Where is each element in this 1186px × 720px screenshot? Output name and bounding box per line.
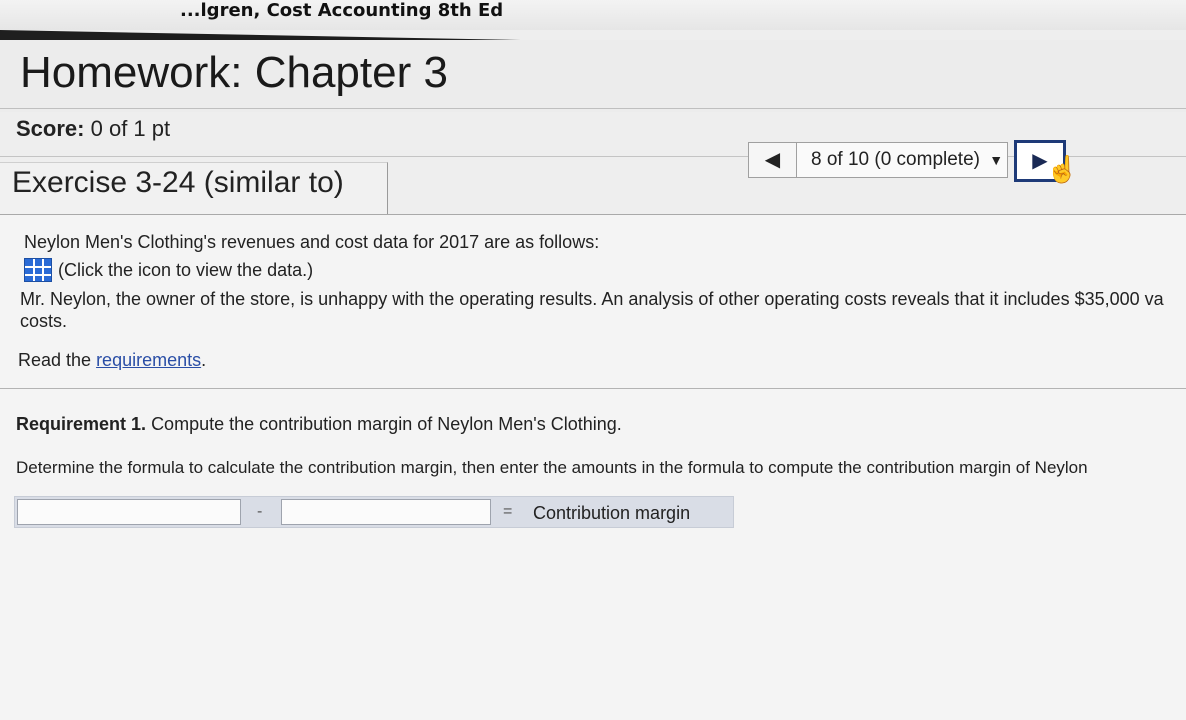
view-data-link[interactable]: (Click the icon to view the data.)	[24, 258, 313, 282]
question-navigator: ◀ 8 of 10 (0 complete) ▼ ▶ ☝	[748, 140, 1078, 184]
formula-input-1[interactable]	[17, 499, 241, 525]
exercise-title: Exercise 3-24 (similar to)	[12, 166, 344, 199]
previous-question-button[interactable]: ◀	[748, 142, 796, 178]
contribution-margin-formula: - = Contribution margin	[14, 496, 734, 528]
hand-cursor-icon: ☝	[1046, 154, 1079, 184]
formula-input-2[interactable]	[281, 499, 491, 525]
divider	[0, 214, 1186, 215]
question-status-text: 8 of 10 (0 complete)	[811, 149, 980, 170]
homework-title: Homework: Chapter 3	[20, 48, 448, 97]
view-data-text: (Click the icon to view the data.)	[58, 259, 314, 280]
divider	[0, 388, 1186, 389]
read-prefix: Read the	[18, 350, 97, 370]
score-value: 0 of 1 pt	[90, 116, 171, 141]
question-select-dropdown[interactable]: 8 of 10 (0 complete) ▼	[796, 142, 1008, 178]
read-suffix: .	[201, 350, 207, 370]
score-label: Score:	[16, 116, 85, 141]
minus-operator: -	[257, 503, 263, 520]
data-table-icon[interactable]	[24, 258, 52, 282]
formula-instruction: Determine the formula to calculate the c…	[16, 458, 1088, 477]
analysis-line: Mr. Neylon, the owner of the store, is u…	[20, 289, 1164, 309]
requirement-1: Requirement 1. Compute the contribution …	[16, 414, 622, 435]
divider	[0, 108, 1186, 109]
read-requirements: Read the requirements.	[18, 350, 206, 371]
equals-operator: =	[503, 503, 513, 520]
requirement-text: Compute the contribution margin of Neylo…	[151, 414, 622, 434]
question-intro: Neylon Men's Clothing's revenues and cos…	[24, 232, 600, 252]
formula-result-label: Contribution margin	[533, 503, 691, 523]
course-title: ...lgren, Cost Accounting 8th Ed	[180, 0, 504, 21]
analysis-line: costs.	[20, 311, 68, 331]
requirement-label: Requirement 1.	[16, 414, 147, 434]
course-header-bar	[0, 0, 1186, 30]
arrow-left-icon: ◀	[764, 149, 781, 171]
question-analysis: Mr. Neylon, the owner of the store, is u…	[20, 288, 1186, 332]
score-display: Score: 0 of 1 pt	[16, 116, 170, 142]
dropdown-caret-icon: ▼	[989, 152, 1004, 168]
requirements-link[interactable]: requirements	[96, 350, 201, 370]
